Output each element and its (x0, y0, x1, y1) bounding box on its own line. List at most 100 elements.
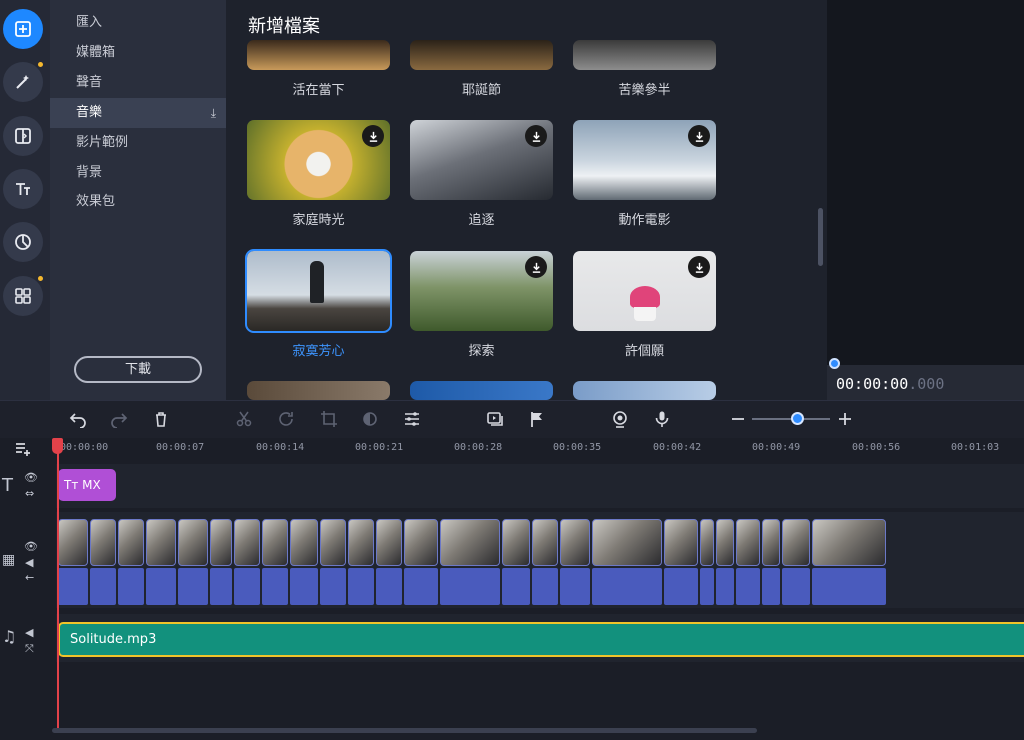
video-clip[interactable] (664, 519, 698, 566)
clip-audio-waveform[interactable] (440, 568, 500, 605)
clip-audio-waveform[interactable] (320, 568, 346, 605)
crop-icon[interactable] (319, 409, 339, 429)
clip-audio-waveform[interactable] (664, 568, 698, 605)
video-clip[interactable] (700, 519, 714, 566)
download-icon[interactable] (362, 125, 384, 147)
music-card-partial[interactable] (410, 381, 553, 400)
title-clip[interactable]: Tт MX (58, 469, 116, 501)
video-clip[interactable] (716, 519, 734, 566)
marker-flag-icon[interactable] (527, 409, 547, 429)
clip-audio-waveform[interactable] (762, 568, 780, 605)
mute-icon[interactable]: ⤧ (25, 642, 34, 656)
video-clip[interactable] (58, 519, 88, 566)
video-clip[interactable] (320, 519, 346, 566)
gallery-scrollbar[interactable] (818, 208, 823, 266)
clip-properties-icon[interactable] (402, 409, 422, 429)
clip-audio-waveform[interactable] (502, 568, 530, 605)
clip-audio-waveform[interactable] (58, 568, 88, 605)
music-card-live-in-moment[interactable] (247, 40, 390, 70)
sidebar-item-music[interactable]: 音樂 ⤓ (50, 98, 226, 128)
webcam-record-icon[interactable] (610, 409, 630, 429)
link-icon[interactable]: ⇔ (25, 487, 34, 500)
video-clip[interactable] (348, 519, 374, 566)
sidebar-item-sounds[interactable]: 聲音 (50, 68, 226, 98)
download-icon[interactable] (688, 256, 710, 278)
download-icon[interactable] (525, 125, 547, 147)
add-track-icon[interactable] (13, 439, 33, 459)
detach-audio-icon[interactable]: ← (25, 571, 34, 584)
download-icon[interactable] (688, 125, 710, 147)
download-icon[interactable] (525, 256, 547, 278)
video-clip[interactable] (234, 519, 260, 566)
clip-audio-waveform[interactable] (560, 568, 590, 605)
video-clip[interactable] (782, 519, 810, 566)
cut-icon[interactable] (234, 409, 254, 429)
zoom-in-icon[interactable] (835, 409, 855, 429)
video-clip[interactable] (762, 519, 780, 566)
music-card-action-movie[interactable] (573, 120, 716, 200)
download-arrow-icon[interactable]: ⤓ (211, 98, 216, 128)
more-tools-icon[interactable] (3, 276, 43, 316)
clip-audio-waveform[interactable] (716, 568, 734, 605)
clip-audio-waveform[interactable] (782, 568, 810, 605)
volume-icon[interactable]: ◀ (25, 556, 33, 569)
clip-audio-waveform[interactable] (700, 568, 714, 605)
video-clip[interactable] (812, 519, 886, 566)
music-card-bittersweet[interactable] (573, 40, 716, 70)
clip-audio-waveform[interactable] (210, 568, 232, 605)
clip-audio-waveform[interactable] (348, 568, 374, 605)
music-clip[interactable]: Solitude.mp3 (58, 622, 1024, 657)
video-clip[interactable] (736, 519, 760, 566)
playhead[interactable] (57, 446, 59, 731)
transition-icon[interactable] (3, 116, 43, 156)
text-icon[interactable] (3, 169, 43, 209)
clip-audio-waveform[interactable] (146, 568, 176, 605)
video-clip[interactable] (118, 519, 144, 566)
clip-audio-waveform[interactable] (532, 568, 558, 605)
video-clip[interactable] (90, 519, 116, 566)
color-adjust-icon[interactable] (360, 409, 380, 429)
timeline-scrollbar[interactable] (52, 728, 757, 733)
music-card-christmas[interactable] (410, 40, 553, 70)
rotate-icon[interactable] (276, 409, 296, 429)
video-clip[interactable] (290, 519, 318, 566)
delete-icon[interactable] (151, 409, 171, 429)
sidebar-item-sample-videos[interactable]: 影片範例 (50, 128, 226, 158)
video-clip[interactable] (592, 519, 662, 566)
music-card-explore[interactable] (410, 251, 553, 331)
video-clip[interactable] (210, 519, 232, 566)
clip-audio-waveform[interactable] (118, 568, 144, 605)
clip-audio-waveform[interactable] (234, 568, 260, 605)
clip-audio-waveform[interactable] (812, 568, 886, 605)
clip-audio-waveform[interactable] (404, 568, 438, 605)
volume-icon[interactable]: ◀ (25, 626, 33, 639)
music-card-lonely-heart[interactable] (245, 249, 392, 333)
video-clip[interactable] (440, 519, 500, 566)
transition-wizard-icon[interactable] (485, 409, 505, 429)
music-card-partial[interactable] (573, 381, 716, 400)
import-icon[interactable] (3, 9, 43, 49)
zoom-slider-handle[interactable] (791, 412, 804, 425)
undo-icon[interactable] (68, 409, 88, 429)
video-clip[interactable] (404, 519, 438, 566)
clip-audio-waveform[interactable] (178, 568, 208, 605)
sidebar-item-backgrounds[interactable]: 背景 (50, 158, 226, 188)
playhead-handle[interactable] (52, 438, 63, 454)
music-card-make-a-wish[interactable] (573, 251, 716, 331)
microphone-icon[interactable] (652, 409, 672, 429)
clip-audio-waveform[interactable] (90, 568, 116, 605)
video-clip[interactable] (502, 519, 530, 566)
video-clip[interactable] (532, 519, 558, 566)
video-clip[interactable] (560, 519, 590, 566)
download-button[interactable]: 下載 (74, 356, 202, 383)
clip-audio-waveform[interactable] (262, 568, 288, 605)
sidebar-item-import[interactable]: 匯入 (50, 8, 226, 38)
eye-icon[interactable]: 👁 (24, 471, 38, 484)
sidebar-item-effect-packs[interactable]: 效果包 (50, 187, 226, 217)
redo-icon[interactable] (109, 409, 129, 429)
clip-audio-waveform[interactable] (736, 568, 760, 605)
eye-icon[interactable]: 👁 (24, 540, 38, 553)
music-card-chase[interactable] (410, 120, 553, 200)
clip-audio-waveform[interactable] (376, 568, 402, 605)
clip-audio-waveform[interactable] (290, 568, 318, 605)
